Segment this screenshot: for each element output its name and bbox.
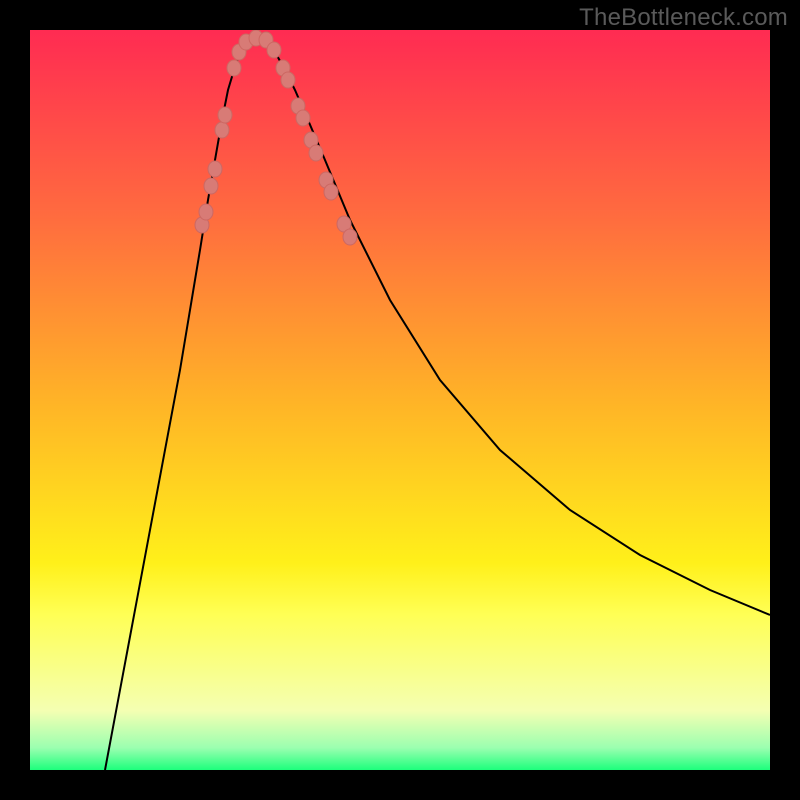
curve-marker	[309, 145, 323, 161]
curve-marker	[281, 72, 295, 88]
curve-right-branch	[265, 40, 770, 615]
curve-marker	[204, 178, 218, 194]
curve-marker	[199, 204, 213, 220]
curve-marker	[208, 161, 222, 177]
curve-left-branch	[105, 40, 248, 770]
curve-marker	[324, 184, 338, 200]
curve-marker	[296, 110, 310, 126]
watermark-text: TheBottleneck.com	[579, 4, 788, 32]
curve-marker	[218, 107, 232, 123]
bottleneck-curve-svg	[30, 30, 770, 770]
curve-marker	[267, 42, 281, 58]
curve-markers	[195, 30, 357, 245]
curve-marker	[227, 60, 241, 76]
curve-marker	[343, 229, 357, 245]
curve-marker	[215, 122, 229, 138]
gradient-plot-area	[30, 30, 770, 770]
outer-frame: TheBottleneck.com	[0, 0, 800, 800]
